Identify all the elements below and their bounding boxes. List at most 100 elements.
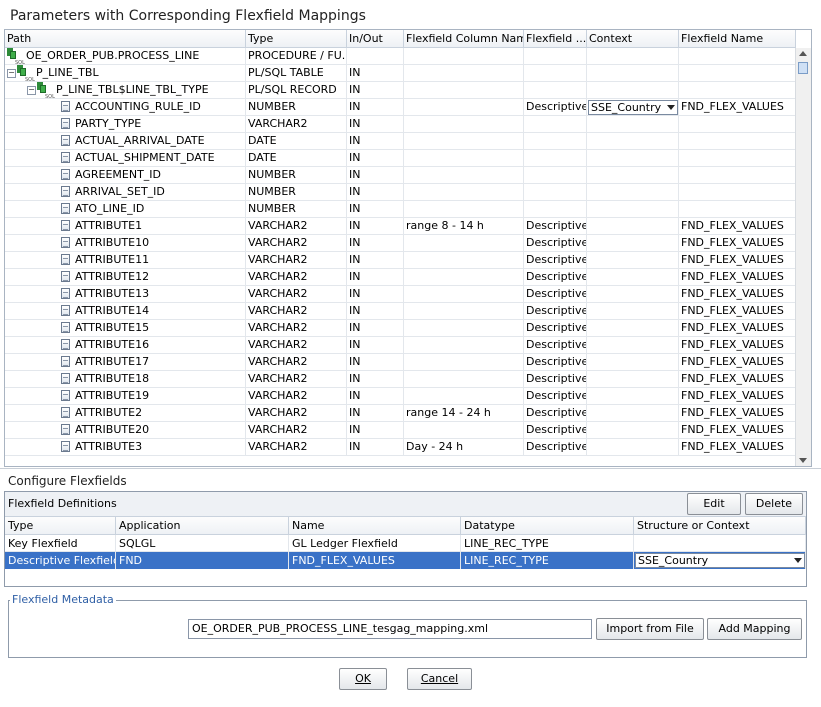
column-header[interactable]: Flexfield ... (524, 30, 587, 48)
add-mapping-button[interactable]: Add Mapping (707, 618, 802, 640)
table-row[interactable]: ATTRIBUTE1 VARCHAR2 IN range 8 - 14 h Descri… (5, 218, 796, 235)
table-row[interactable]: − SQL P_LINE_TBL PL/SQL TABLE IN (5, 65, 796, 82)
column-header[interactable]: Flexfield Name (679, 30, 796, 48)
table-row[interactable]: ATTRIBUTE15 VARCHAR2 IN Descriptive FND_FLEX… (5, 320, 796, 337)
column-header[interactable]: Datatype (461, 517, 634, 535)
context-cell[interactable] (587, 422, 679, 438)
path-cell: ATTRIBUTE16 (5, 337, 246, 353)
context-cell[interactable] (587, 184, 679, 200)
path-cell: ATTRIBUTE11 (5, 252, 246, 268)
collapse-icon[interactable]: − (7, 68, 16, 78)
column-header[interactable]: In/Out (347, 30, 404, 48)
scroll-up-icon[interactable] (799, 51, 807, 56)
table-row[interactable]: ATTRIBUTE20 VARCHAR2 IN Descriptive FND_FLEX… (5, 422, 796, 439)
column-header[interactable]: Structure or Context (634, 517, 806, 535)
column-header[interactable]: Type (5, 517, 116, 535)
table-row[interactable]: Descriptive Flexfield FND FND_FLEX_VALUES L… (5, 552, 806, 569)
context-cell[interactable] (587, 320, 679, 336)
context-cell[interactable] (587, 371, 679, 387)
table-row[interactable]: SQL OE_ORDER_PUB.PROCESS_LINE PROCEDURE / … (5, 48, 796, 65)
scroll-thumb[interactable] (798, 62, 808, 74)
table-row[interactable]: ARRIVAL_SET_ID NUMBER IN (5, 184, 796, 201)
table-row[interactable]: ATTRIBUTE10 VARCHAR2 IN Descriptive FND_FLEX… (5, 235, 796, 252)
path-label: ATTRIBUTE11 (75, 253, 150, 266)
table-row[interactable]: ATTRIBUTE18 VARCHAR2 IN Descriptive FND_FLEX… (5, 371, 796, 388)
context-cell[interactable] (587, 388, 679, 404)
context-cell[interactable] (587, 303, 679, 319)
parameters-grid[interactable]: Path Type In/Out Flexfield Column Name Flexf… (4, 29, 812, 467)
path-label: ATTRIBUTE10 (75, 236, 150, 249)
path-label: P_LINE_TBL$LINE_TBL_TYPE (56, 83, 209, 96)
context-cell[interactable] (587, 269, 679, 285)
cancel-button[interactable]: Cancel (407, 668, 472, 690)
type-cell: VARCHAR2 (246, 337, 347, 353)
table-row[interactable]: ATTRIBUTE19 VARCHAR2 IN Descriptive FND_FLEX… (5, 388, 796, 405)
context-cell[interactable] (587, 133, 679, 149)
table-row[interactable]: ATTRIBUTE14 VARCHAR2 IN Descriptive FND_FLEX… (5, 303, 796, 320)
context-cell[interactable] (587, 235, 679, 251)
context-cell[interactable] (587, 218, 679, 234)
table-row[interactable]: ATTRIBUTE11 VARCHAR2 IN Descriptive FND_FLEX… (5, 252, 796, 269)
flexfield-name-cell (679, 167, 796, 183)
type-cell: PROCEDURE / FU... (248, 48, 347, 64)
context-cell[interactable] (587, 405, 679, 421)
grid-scrollbar[interactable] (795, 48, 811, 466)
import-from-file-button[interactable]: Import from File (596, 618, 704, 640)
table-row[interactable]: ATTRIBUTE13 VARCHAR2 IN Descriptive FND_FLEX… (5, 286, 796, 303)
delete-button[interactable]: Delete (745, 493, 803, 515)
flexfield-column-cell (404, 201, 524, 217)
context-cell[interactable]: SSE_Country (587, 99, 679, 115)
path-label: ATTRIBUTE16 (75, 338, 150, 351)
context-cell[interactable] (587, 252, 679, 268)
table-row[interactable]: ATTRIBUTE17 VARCHAR2 IN Descriptive FND_FLEX… (5, 354, 796, 371)
chevron-down-icon[interactable] (667, 105, 675, 110)
context-cell[interactable] (587, 439, 679, 455)
column-header[interactable]: Path (5, 30, 246, 48)
column-header[interactable]: Type (246, 30, 347, 48)
flexfield-name-cell: FND_FLEX_VALUES (679, 269, 796, 285)
table-row[interactable]: ATTRIBUTE12 VARCHAR2 IN Descriptive FND_FLEX… (5, 269, 796, 286)
table-row[interactable]: AGREEMENT_ID NUMBER IN (5, 167, 796, 184)
context-dropdown[interactable]: SSE_Country (588, 100, 678, 115)
table-row[interactable]: − SQL P_LINE_TBL$LINE_TBL_TYPE PL/SQL RECOR… (5, 82, 796, 99)
collapse-icon[interactable]: − (27, 85, 36, 95)
inout-cell (347, 48, 404, 64)
ok-button[interactable]: OK (339, 668, 387, 690)
definitions-toolbar: Flexfield Definitions (5, 492, 806, 517)
context-cell[interactable] (587, 116, 679, 132)
flexfield-type-cell: Descriptive (526, 252, 587, 268)
column-header[interactable]: Flexfield Column Name (404, 30, 524, 48)
context-cell[interactable] (587, 150, 679, 166)
column-header[interactable]: Context (587, 30, 679, 48)
flexfield-column-cell (404, 167, 524, 183)
flexfield-column-cell (404, 388, 524, 404)
table-row[interactable]: ACTUAL_ARRIVAL_DATE DATE IN (5, 133, 796, 150)
context-cell[interactable] (587, 354, 679, 370)
table-row[interactable]: PARTY_TYPE VARCHAR2 IN (5, 116, 796, 133)
scroll-down-icon[interactable] (799, 458, 807, 463)
table-row[interactable]: Key Flexfield SQLGL GL Ledger Flexfield LIN… (5, 535, 806, 552)
context-cell[interactable] (587, 48, 679, 64)
table-row[interactable]: ATTRIBUTE2 VARCHAR2 IN range 14 - 24 h Descr… (5, 405, 796, 422)
table-row[interactable]: ATTRIBUTE3 VARCHAR2 IN Day - 24 h Descriptiv… (5, 439, 796, 456)
type-cell: VARCHAR2 (246, 303, 347, 319)
context-cell[interactable] (587, 337, 679, 353)
context-cell[interactable] (587, 167, 679, 183)
context-cell[interactable] (587, 201, 679, 217)
edit-button[interactable]: Edit (687, 493, 741, 515)
table-row[interactable]: ACTUAL_SHIPMENT_DATE DATE IN (5, 150, 796, 167)
column-header[interactable]: Application (116, 517, 289, 535)
flexfield-name-cell: FND_FLEX_VALUES (679, 388, 796, 404)
context-cell[interactable] (587, 82, 679, 98)
table-row[interactable]: ATO_LINE_ID NUMBER IN (5, 201, 796, 218)
field-icon (61, 339, 70, 350)
mapping-file-field[interactable]: OE_ORDER_PUB_PROCESS_LINE_tesgag_mapping… (188, 619, 592, 639)
inout-cell: IN (347, 337, 404, 353)
structure-context-dropdown[interactable]: SSE_Country (635, 553, 805, 568)
context-cell[interactable] (587, 65, 679, 81)
table-row[interactable]: ATTRIBUTE16 VARCHAR2 IN Descriptive FND_FLEX… (5, 337, 796, 354)
context-cell[interactable] (587, 286, 679, 302)
chevron-down-icon[interactable] (794, 558, 802, 563)
column-header[interactable]: Name (289, 517, 461, 535)
table-row[interactable]: ACCOUNTING_RULE_ID NUMBER IN Descriptive SSE… (5, 99, 796, 116)
